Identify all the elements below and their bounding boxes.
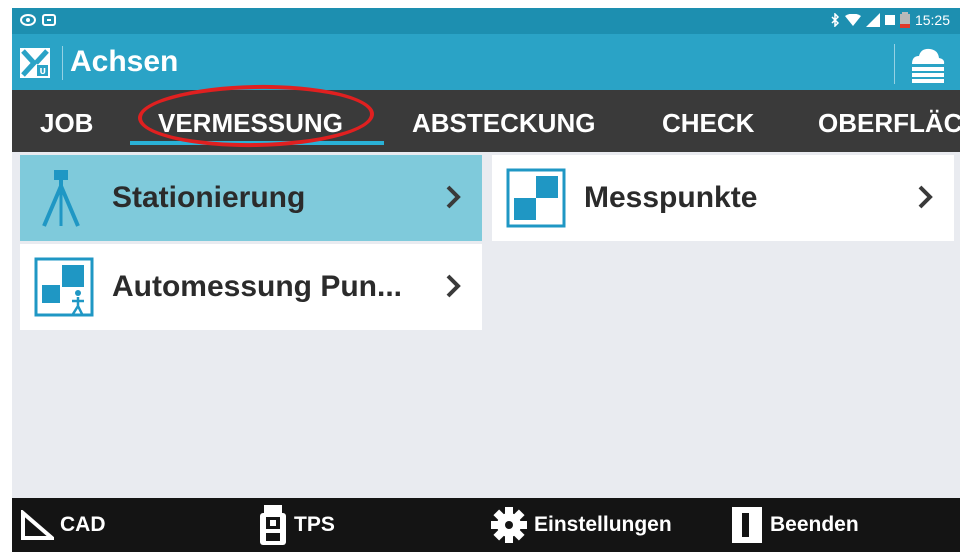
eye-icon (20, 14, 36, 26)
wifi-icon (844, 14, 861, 26)
clock: 15:25 (914, 12, 950, 28)
tps-button[interactable]: TPS (258, 498, 335, 552)
chevron-right-icon (446, 185, 461, 209)
menu-item-label: Stationierung (112, 181, 306, 214)
signal-icon (865, 13, 880, 27)
action-divider (894, 44, 895, 84)
cad-button[interactable]: CAD (20, 498, 106, 552)
cloud-menu-icon[interactable] (904, 44, 948, 84)
status-bar: 15:25 (12, 8, 960, 34)
total-station-icon (260, 505, 286, 545)
battery-icon (899, 12, 910, 28)
app-screen: 15:25 U Achsen JOB VERMESSUNG ABSTECKUNG… (12, 8, 960, 552)
status-left-icons (20, 13, 56, 27)
cad-ruler-icon (21, 510, 54, 540)
app-logo-icon[interactable]: U (20, 48, 50, 78)
status-right-icons: 15:25 (830, 12, 950, 28)
tps-label: TPS (294, 513, 335, 536)
cad-label: CAD (60, 513, 106, 536)
exit-label: Beenden (770, 513, 859, 536)
automeasure-icon (34, 257, 94, 317)
square-icon (884, 15, 895, 25)
exit-button[interactable]: Beenden (730, 498, 859, 552)
menu-item-automessung[interactable]: Automessung Pun... (20, 244, 482, 330)
action-bar: U Achsen (12, 34, 960, 90)
bluetooth-icon (831, 13, 840, 27)
tab-job[interactable]: JOB (40, 90, 93, 152)
title-divider (62, 46, 63, 80)
bottom-bar: CAD TPS Einstellungen Beenden (12, 498, 960, 552)
tab-oberflaeche[interactable]: OBERFLÄC (818, 90, 960, 152)
points-icon (506, 168, 566, 228)
chevron-right-icon (918, 185, 933, 209)
tripod-icon (42, 170, 80, 227)
settings-button[interactable]: Einstellungen (490, 498, 672, 552)
tab-check[interactable]: CHECK (662, 90, 754, 152)
page-title: Achsen (70, 45, 179, 78)
gear-icon (491, 507, 527, 543)
exit-door-icon (732, 507, 762, 543)
menu-item-label: Messpunkte (584, 181, 758, 214)
chevron-right-icon (446, 274, 461, 298)
menu-item-stationierung[interactable]: Stationierung (20, 155, 482, 241)
menu-item-label: Automessung Pun... (112, 270, 403, 303)
settings-label: Einstellungen (534, 513, 672, 536)
screen-icon (42, 14, 56, 26)
menu-content: Stationierung Messpunkte Automessung Pun… (12, 152, 960, 498)
svg-text:U: U (40, 67, 47, 76)
menu-item-messpunkte[interactable]: Messpunkte (492, 155, 954, 241)
tab-absteckung[interactable]: ABSTECKUNG (412, 90, 595, 152)
